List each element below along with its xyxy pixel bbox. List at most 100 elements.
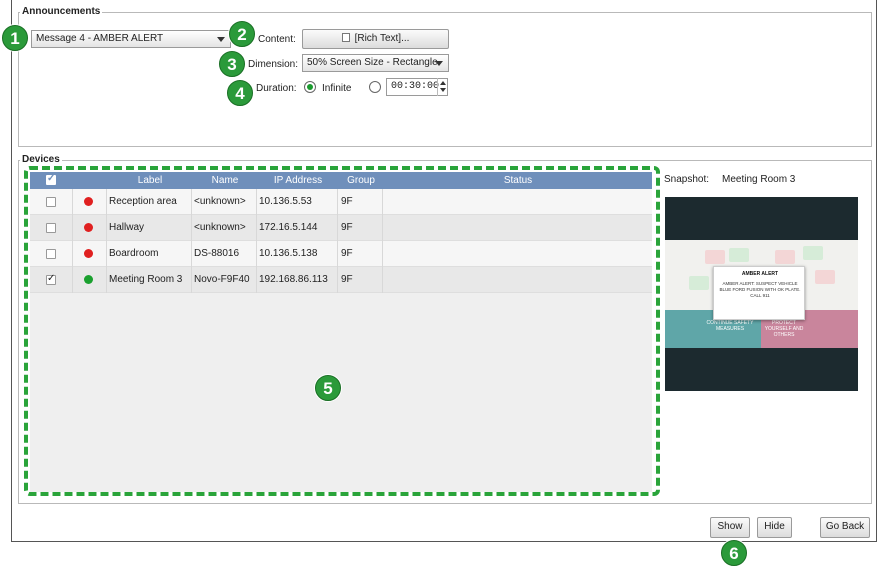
- row-divider: [382, 241, 383, 267]
- device-ip: 192.168.86.113: [259, 274, 328, 285]
- row-divider: [256, 189, 257, 215]
- snapshot-band-left-text: CONTINUE SAFETY MEASURES: [706, 320, 754, 332]
- row-checkbox[interactable]: [46, 197, 56, 207]
- snapshot-band-right-text: PROTECT YOURSELF AND OTHERS: [764, 320, 804, 338]
- row-checkbox[interactable]: [46, 249, 56, 259]
- chevron-down-icon: [217, 37, 225, 42]
- announcements-title: Announcements: [20, 6, 103, 17]
- duration-time-value: 00:30:00: [391, 81, 440, 92]
- snapshot-tile: [803, 246, 823, 260]
- row-divider: [382, 267, 383, 293]
- row-divider: [106, 189, 107, 215]
- row-divider: [191, 215, 192, 241]
- row-divider: [337, 189, 338, 215]
- snapshot-tile: [815, 270, 835, 284]
- duration-infinite-label: Infinite: [322, 83, 352, 94]
- row-divider: [337, 215, 338, 241]
- duration-time-spinner[interactable]: [437, 78, 447, 96]
- device-group: 9F: [341, 248, 353, 259]
- select-all-checkbox[interactable]: [46, 173, 56, 185]
- snapshot-tile: [705, 250, 725, 264]
- duration-time-radio[interactable]: [369, 81, 381, 93]
- callout-badge: 2: [229, 21, 255, 47]
- snapshot-tile: [775, 250, 795, 264]
- row-divider: [72, 267, 73, 293]
- device-ip: 172.16.5.144: [259, 222, 318, 233]
- duration-infinite-radio[interactable]: [304, 81, 316, 93]
- rich-text-button-label: [Rich Text]...: [354, 33, 410, 44]
- snapshot-screen: CONTINUE SAFETY MEASURES PROTECT YOURSEL…: [665, 240, 858, 348]
- document-icon: [341, 33, 350, 42]
- row-divider: [72, 215, 73, 241]
- dimension-select-value: 50% Screen Size - Rectangle: [307, 57, 438, 68]
- table-row[interactable]: Meeting Room 3 Novo-F9F40 192.168.86.113…: [30, 267, 652, 293]
- devices-table-header: Label Name IP Address Group Status: [30, 172, 652, 189]
- status-dot: [84, 197, 93, 206]
- callout-badge: 6: [721, 540, 747, 566]
- spin-down-icon: [440, 88, 446, 92]
- callout-badge: 3: [219, 51, 245, 77]
- row-divider: [106, 215, 107, 241]
- go-back-button[interactable]: Go Back: [820, 517, 870, 538]
- device-group: 9F: [341, 274, 353, 285]
- snapshot-label: Snapshot:: [664, 174, 710, 185]
- status-dot: [84, 249, 93, 258]
- row-divider: [106, 241, 107, 267]
- row-divider: [191, 189, 192, 215]
- row-divider: [382, 215, 383, 241]
- message-select-value: Message 4 - AMBER ALERT: [36, 33, 164, 44]
- rich-text-button[interactable]: [Rich Text]...: [302, 29, 449, 49]
- device-name: Novo-F9F40: [194, 274, 250, 285]
- table-row[interactable]: Reception area <unknown> 10.136.5.53 9F: [30, 189, 652, 215]
- device-label: Reception area: [109, 196, 177, 207]
- row-divider: [256, 267, 257, 293]
- snapshot-preview: CONTINUE SAFETY MEASURES PROTECT YOURSEL…: [665, 197, 858, 391]
- row-divider: [256, 241, 257, 267]
- row-divider: [106, 267, 107, 293]
- content-label: Content:: [258, 34, 296, 45]
- callout-badge: 4: [227, 80, 253, 106]
- chevron-down-icon: [435, 61, 443, 66]
- row-checkbox[interactable]: [46, 273, 56, 285]
- table-row[interactable]: Boardroom DS-88016 10.136.5.138 9F: [30, 241, 652, 267]
- row-checkbox[interactable]: [46, 223, 56, 233]
- column-header-name[interactable]: Name: [192, 172, 258, 189]
- device-name: <unknown>: [194, 222, 246, 233]
- row-divider: [191, 267, 192, 293]
- duration-label: Duration:: [256, 83, 297, 94]
- device-name: <unknown>: [194, 196, 246, 207]
- device-label: Boardroom: [109, 248, 159, 259]
- dimension-select[interactable]: 50% Screen Size - Rectangle: [302, 54, 449, 72]
- snapshot-alert-title: AMBER ALERT: [741, 271, 779, 277]
- row-divider: [191, 241, 192, 267]
- dimension-label: Dimension:: [248, 59, 299, 70]
- device-label: Meeting Room 3: [109, 274, 183, 285]
- snapshot-device-name: Meeting Room 3: [722, 174, 796, 185]
- callout-badge: 1: [2, 25, 28, 51]
- message-select[interactable]: Message 4 - AMBER ALERT: [31, 30, 231, 48]
- row-divider: [72, 189, 73, 215]
- table-row[interactable]: Hallway <unknown> 172.16.5.144 9F: [30, 215, 652, 241]
- column-header-ip[interactable]: IP Address: [258, 172, 338, 189]
- column-header-group[interactable]: Group: [338, 172, 384, 189]
- device-label: Hallway: [109, 222, 145, 233]
- duration-time-input[interactable]: 00:30:00: [386, 78, 448, 96]
- column-header-label[interactable]: Label: [108, 172, 192, 189]
- show-button[interactable]: Show: [710, 517, 750, 538]
- row-divider: [337, 267, 338, 293]
- row-divider: [382, 189, 383, 215]
- devices-table: Label Name IP Address Group Status Recep…: [30, 172, 652, 492]
- snapshot-tile: [729, 248, 749, 262]
- devices-title: Devices: [20, 154, 62, 165]
- hide-button[interactable]: Hide: [757, 517, 792, 538]
- device-ip: 10.136.5.53: [259, 196, 312, 207]
- snapshot-tile: [689, 276, 709, 290]
- callout-badge: 5: [315, 375, 341, 401]
- device-group: 9F: [341, 196, 353, 207]
- column-header-status[interactable]: Status: [384, 172, 652, 189]
- row-divider: [256, 215, 257, 241]
- snapshot-alert-popup: AMBER ALERT AMBER ALERT: SUSPECT VEHICLE…: [713, 266, 805, 320]
- row-divider: [72, 241, 73, 267]
- device-name: DS-88016: [194, 248, 240, 259]
- snapshot-alert-body: AMBER ALERT: SUSPECT VEHICLE BLUE FORD F…: [719, 281, 801, 298]
